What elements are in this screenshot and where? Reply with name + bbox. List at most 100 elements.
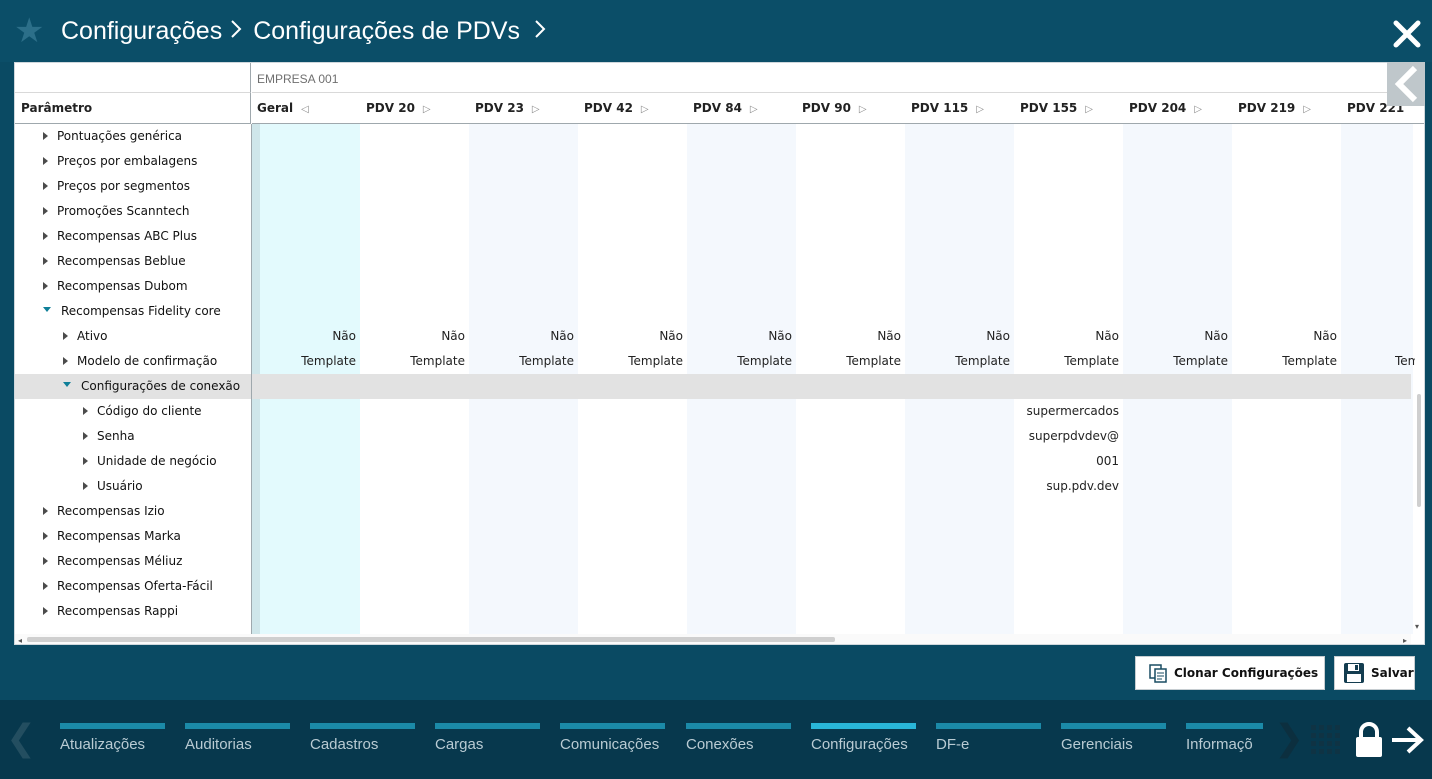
cell-modelo[interactable]: Template — [583, 349, 683, 374]
expand-right-icon[interactable]: ▷ — [641, 104, 649, 115]
scrollbar-thumb[interactable] — [27, 637, 835, 642]
lock-icon[interactable] — [1354, 722, 1384, 758]
tree-item[interactable]: Recompensas Méliuz — [43, 549, 182, 574]
cell-modelo[interactable]: Template — [256, 349, 356, 374]
cell-modelo[interactable]: Template — [910, 349, 1010, 374]
clone-config-button[interactable]: Clonar Configurações — [1135, 656, 1325, 690]
collapse-panel-button[interactable] — [1387, 62, 1425, 106]
nav-tab-gerenciais[interactable]: Gerenciais — [1061, 723, 1166, 753]
cell-usuario[interactable]: sup.pdv.dev — [1019, 474, 1119, 499]
column-header-pdv[interactable]: PDV 219 ▷ — [1238, 101, 1311, 115]
expand-arrow-icon[interactable] — [43, 581, 48, 590]
tree-item[interactable]: Recompensas Dubom — [43, 274, 188, 299]
expand-arrow-icon[interactable] — [63, 356, 68, 365]
tree-item[interactable]: Recompensas Rappi — [43, 599, 178, 624]
expand-right-icon[interactable]: ▷ — [532, 104, 540, 115]
column-header-pdv[interactable]: PDV 90 ▷ — [802, 101, 867, 115]
cell-ativo[interactable]: Não — [1128, 324, 1228, 349]
tree-item[interactable]: Preços por segmentos — [43, 174, 190, 199]
cell-modelo[interactable]: Template — [801, 349, 901, 374]
cell-modelo[interactable]: Template — [1237, 349, 1337, 374]
tree-item[interactable]: Modelo de confirmação — [63, 349, 217, 374]
expand-arrow-icon[interactable] — [43, 506, 48, 515]
tree-item[interactable]: Unidade de negócio — [83, 449, 217, 474]
save-button[interactable]: Salvar — [1334, 656, 1415, 690]
expand-right-icon[interactable]: ▷ — [1194, 104, 1202, 115]
cell-ativo[interactable]: Não — [801, 324, 901, 349]
tree-item[interactable]: Senha — [83, 424, 135, 449]
cell-ativo[interactable]: Não — [1019, 324, 1119, 349]
tree-item[interactable]: Recompensas ABC Plus — [43, 224, 197, 249]
cell-modelo[interactable]: Template — [365, 349, 465, 374]
expand-arrow-icon[interactable] — [43, 606, 48, 615]
nav-tab-conexoes[interactable]: Conexões — [686, 723, 791, 753]
tree-item[interactable]: Ativo — [63, 324, 107, 349]
expand-arrow-icon[interactable] — [43, 131, 48, 140]
expand-arrow-icon[interactable] — [83, 431, 88, 440]
collapse-arrow-icon[interactable] — [63, 382, 71, 387]
column-header-pdv[interactable]: PDV 42 ▷ — [584, 101, 649, 115]
tree-item[interactable]: Recompensas Izio — [43, 499, 165, 524]
cell-modelo[interactable]: Template — [692, 349, 792, 374]
nav-tab-cargas[interactable]: Cargas — [435, 723, 540, 753]
scroll-right-icon[interactable]: ▸ — [1403, 636, 1407, 644]
cell-ativo[interactable]: Não — [692, 324, 792, 349]
tree-item[interactable]: Recompensas Beblue — [43, 249, 186, 274]
nav-prev-icon[interactable]: ❮ — [6, 719, 36, 759]
cell-ativo[interactable]: Não — [365, 324, 465, 349]
nav-tab-cadastros[interactable]: Cadastros — [310, 723, 415, 753]
tree-item[interactable]: Preços por embalagens — [43, 149, 197, 174]
close-icon[interactable] — [1392, 19, 1422, 49]
collapse-left-icon[interactable]: ◁ — [301, 104, 309, 115]
expand-arrow-icon[interactable] — [43, 181, 48, 190]
nav-tab-informacoes[interactable]: Informaçõ — [1186, 723, 1263, 753]
tree-item-selected[interactable]: Configurações de conexão — [63, 374, 240, 399]
column-header-pdv[interactable]: PDV 155 ▷ — [1020, 101, 1093, 115]
expand-right-icon[interactable]: ▷ — [859, 104, 867, 115]
expand-right-icon[interactable]: ▷ — [1085, 104, 1093, 115]
collapse-arrow-icon[interactable] — [43, 307, 51, 312]
chevron-right-icon[interactable] — [534, 17, 546, 46]
expand-arrow-icon[interactable] — [43, 231, 48, 240]
star-icon[interactable]: ★ — [14, 14, 44, 48]
nav-tab-dfe[interactable]: DF-e — [936, 723, 1041, 753]
expand-arrow-icon[interactable] — [43, 531, 48, 540]
tree-item[interactable]: Promoções Scanntech — [43, 199, 190, 224]
cell-codigo-cliente[interactable]: supermercados — [1019, 399, 1119, 424]
tree-item[interactable]: Pontuações genérica — [43, 124, 182, 149]
expand-arrow-icon[interactable] — [83, 406, 88, 415]
tree-item[interactable]: Recompensas Fidelity core — [43, 299, 221, 324]
cell-unidade-negocio[interactable]: 001 — [1019, 449, 1119, 474]
nav-next-icon[interactable]: ❯ — [1274, 719, 1304, 759]
nav-tab-comunicacoes[interactable]: Comunicações — [560, 723, 665, 753]
nav-tab-atualizacoes[interactable]: Atualizações — [60, 723, 165, 753]
cell-modelo[interactable]: Template — [1019, 349, 1119, 374]
nav-tab-auditorias[interactable]: Auditorias — [185, 723, 290, 753]
arrow-right-icon[interactable] — [1390, 726, 1424, 754]
tree-item[interactable]: Recompensas Marka — [43, 524, 181, 549]
expand-arrow-icon[interactable] — [43, 281, 48, 290]
column-header-pdv[interactable]: PDV 23 ▷ — [475, 101, 540, 115]
cell-ativo[interactable]: Não — [1237, 324, 1337, 349]
param-column-header[interactable]: Parâmetro — [15, 93, 251, 124]
expand-right-icon[interactable]: ▷ — [1303, 104, 1311, 115]
tree-item[interactable]: Usuário — [83, 474, 143, 499]
scrollbar-thumb[interactable] — [1417, 394, 1421, 507]
cell-ativo[interactable]: Não — [256, 324, 356, 349]
expand-arrow-icon[interactable] — [83, 456, 88, 465]
cell-ativo[interactable]: Não — [583, 324, 683, 349]
cell-ativo[interactable]: Não — [474, 324, 574, 349]
column-header-pdv[interactable]: PDV 204 ▷ — [1129, 101, 1202, 115]
column-header-pdv[interactable]: PDV 84 ▷ — [693, 101, 758, 115]
tree-item[interactable]: Código do cliente — [83, 399, 202, 424]
cell-modelo[interactable]: Template — [1128, 349, 1228, 374]
column-header-geral[interactable]: Geral ◁ — [257, 101, 309, 115]
expand-right-icon[interactable]: ▷ — [976, 104, 984, 115]
cell-senha[interactable]: superpdvdev@ — [1019, 424, 1119, 449]
expand-arrow-icon[interactable] — [43, 256, 48, 265]
nav-tab-configuracoes[interactable]: Configurações — [811, 723, 916, 753]
expand-arrow-icon[interactable] — [43, 156, 48, 165]
expand-arrow-icon[interactable] — [43, 556, 48, 565]
cell-ativo[interactable]: Não — [910, 324, 1010, 349]
expand-arrow-icon[interactable] — [43, 206, 48, 215]
